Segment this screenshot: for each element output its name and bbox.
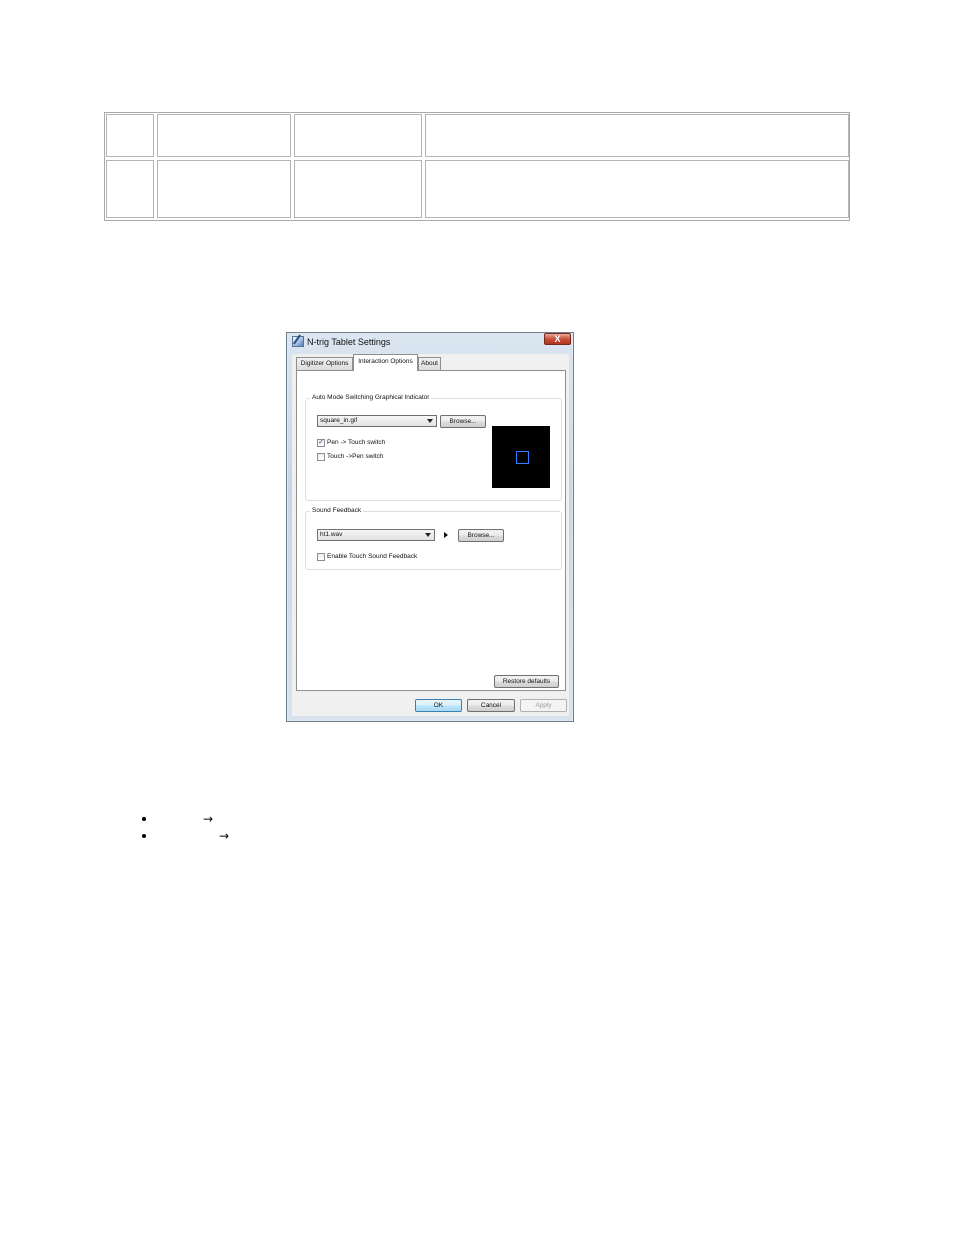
graphical-indicator-group: Auto Mode Switching Graphical Indicator … [305, 393, 562, 501]
document-table [104, 112, 850, 221]
bullet-icon [142, 834, 146, 838]
sound-browse-button[interactable]: Browse... [458, 529, 504, 542]
bullet-icon [142, 817, 146, 821]
dialog-title: N-trig Tablet Settings [307, 337, 391, 347]
apply-button[interactable]: Apply [520, 699, 567, 712]
dialog-client-area: Digitizer Options Interaction Options Ab… [292, 354, 569, 716]
indicator-file-dropdown[interactable]: square_in.gif [317, 415, 437, 427]
touch-to-pen-label: Touch ->Pen switch [327, 453, 384, 460]
right-arrow-icon: → [219, 829, 230, 843]
ok-button[interactable]: OK [415, 699, 462, 712]
enable-touch-sound-checkbox[interactable] [317, 553, 325, 561]
tab-about[interactable]: About [418, 357, 441, 370]
close-button[interactable]: X [544, 333, 571, 345]
pen-to-touch-label: Pen -> Touch switch [327, 439, 386, 446]
list-item: → [142, 812, 262, 826]
settings-dialog: N-trig Tablet Settings X Digitizer Optio… [286, 332, 574, 722]
list-item: → [142, 829, 262, 843]
chevron-down-icon [427, 419, 433, 423]
pen-to-touch-checkbox[interactable]: ✓ [317, 439, 325, 447]
play-icon[interactable] [444, 532, 448, 538]
indicator-preview [492, 426, 550, 488]
square-indicator-icon [516, 451, 529, 464]
tab-interaction-options[interactable]: Interaction Options [353, 354, 418, 371]
touch-to-pen-checkbox[interactable] [317, 453, 325, 461]
cancel-button[interactable]: Cancel [467, 699, 515, 712]
sound-file-dropdown[interactable]: ht1.wav [317, 529, 435, 541]
tablet-pen-icon [292, 336, 304, 347]
restore-defaults-button[interactable]: Restore defaults [494, 675, 559, 688]
table-cell [157, 114, 291, 157]
table-cell [157, 160, 291, 218]
indicator-browse-button[interactable]: Browse... [440, 415, 486, 428]
table-cell [106, 114, 154, 157]
enable-touch-sound-label: Enable Touch Sound Feedback [327, 553, 418, 560]
sound-feedback-group: Sound Feedback ht1.wav Browse... Enable … [305, 506, 562, 570]
table-cell [294, 114, 422, 157]
chevron-down-icon [425, 533, 431, 537]
table-cell [294, 160, 422, 218]
table-cell [106, 160, 154, 218]
tab-digitizer-options[interactable]: Digitizer Options [296, 357, 353, 370]
table-cell [425, 160, 849, 218]
sound-file-value: ht1.wav [320, 531, 343, 538]
indicator-file-value: square_in.gif [320, 417, 358, 424]
table-cell [425, 114, 849, 157]
graphical-indicator-group-label: Auto Mode Switching Graphical Indicator [310, 393, 432, 403]
sound-feedback-group-label: Sound Feedback [310, 506, 364, 516]
right-arrow-icon: → [203, 812, 214, 826]
interaction-options-panel: Auto Mode Switching Graphical Indicator … [296, 370, 566, 691]
title-bar[interactable]: N-trig Tablet Settings X [287, 333, 573, 353]
